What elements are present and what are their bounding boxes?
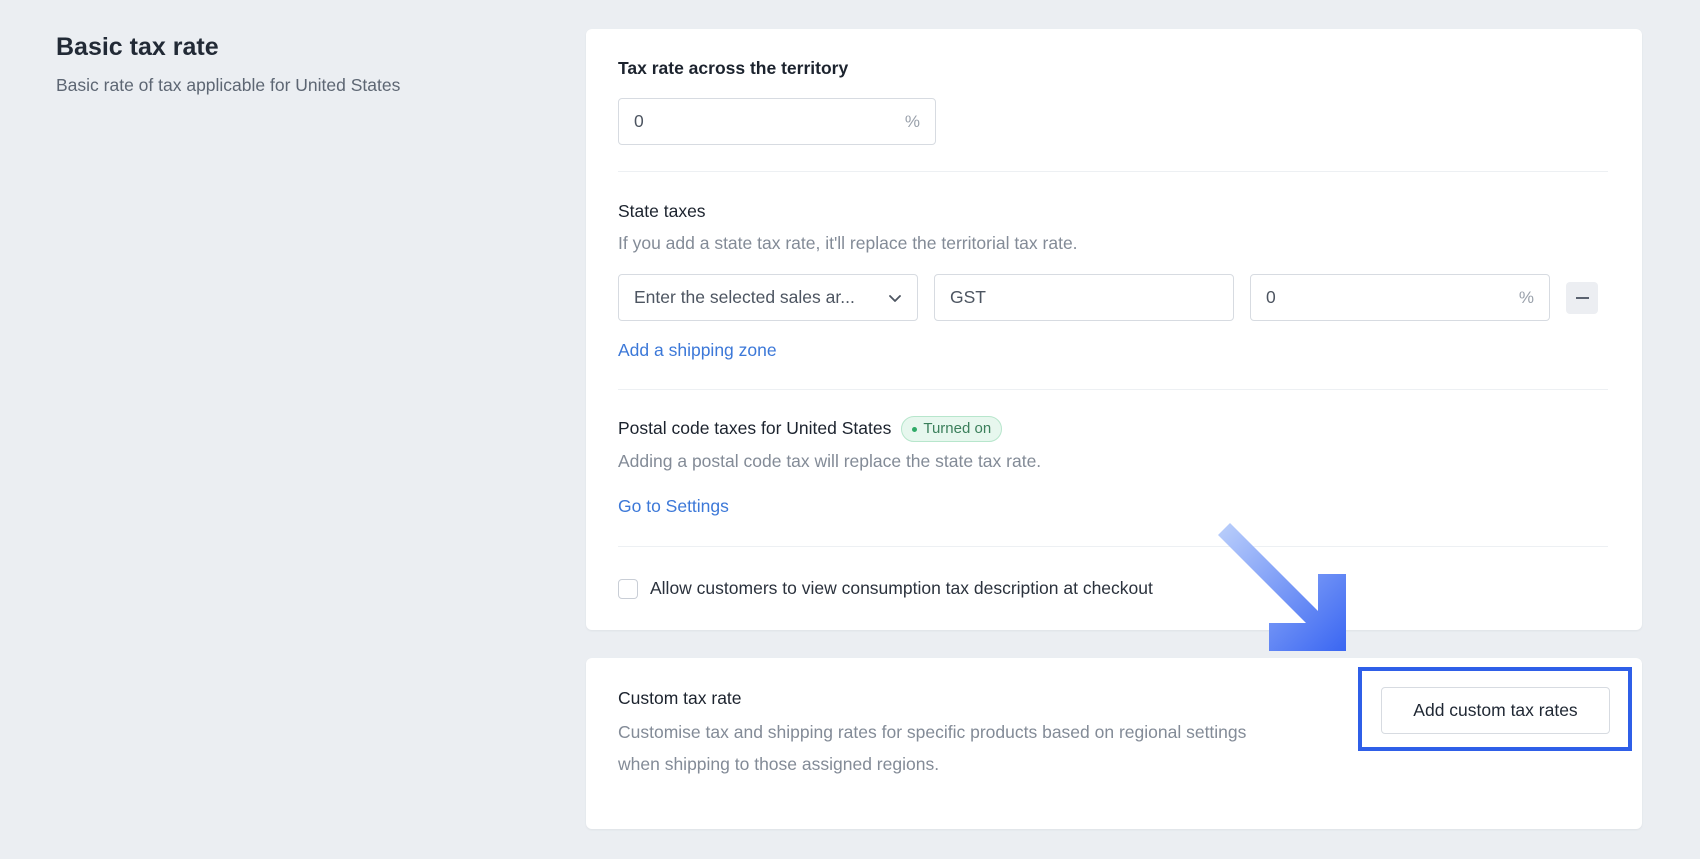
tax-name-value: GST [950, 287, 986, 307]
arrow-down-right-icon [1218, 523, 1346, 651]
custom-tax-text: Custom tax rate Customise tax and shippi… [618, 686, 1338, 780]
state-taxes-title: State taxes [618, 201, 706, 221]
divider [618, 389, 1608, 390]
state-taxes-description: If you add a state tax rate, it'll repla… [618, 233, 1078, 253]
state-tax-rate-value: 0 [1266, 287, 1276, 307]
add-custom-tax-rates-button[interactable]: Add custom tax rates [1381, 687, 1610, 734]
sales-area-value: Enter the selected sales ar... [634, 287, 855, 307]
percent-suffix: % [1518, 287, 1534, 307]
checkout-description-checkbox[interactable] [618, 578, 638, 599]
divider [618, 546, 1608, 547]
custom-tax-description: Customise tax and shipping rates for spe… [618, 716, 1338, 780]
tax-settings-page: Basic tax rate Basic rate of tax applica… [0, 0, 1700, 859]
checkout-description-option[interactable]: Allow customers to view consumption tax … [618, 578, 1153, 599]
remove-row-button[interactable] [1566, 282, 1598, 314]
postal-code-title: Postal code taxes for United States [618, 418, 892, 438]
chevron-down-icon [888, 290, 902, 306]
custom-tax-title: Custom tax rate [618, 688, 742, 708]
postal-code-description: Adding a postal code tax will replace th… [618, 451, 1042, 471]
tax-name-input[interactable]: GST [934, 274, 1234, 321]
add-shipping-zone-link[interactable]: Add a shipping zone [618, 338, 777, 362]
sales-area-select[interactable]: Enter the selected sales ar... [618, 274, 918, 321]
section-description: Basic rate of tax applicable for United … [56, 75, 401, 95]
postal-code-header: Postal code taxes for United States Turne… [618, 416, 1608, 443]
custom-tax-description-line: Customise tax and shipping rates for spe… [618, 722, 1247, 742]
section-title: Basic tax rate [56, 33, 219, 61]
divider [618, 171, 1608, 172]
checkout-description-label: Allow customers to view consumption tax … [650, 578, 1153, 598]
go-to-settings-link[interactable]: Go to Settings [618, 494, 729, 518]
basic-tax-card: Tax rate across the territory 0 % State … [586, 29, 1642, 630]
territory-tax-label: Tax rate across the territory [618, 58, 849, 78]
dot-icon [912, 426, 918, 432]
minus-icon [1575, 297, 1589, 299]
percent-suffix: % [904, 111, 920, 131]
status-badge: Turned on [901, 416, 1003, 443]
custom-tax-description-line: when shipping to those assigned regions. [618, 754, 940, 774]
status-badge-label: Turned on [923, 420, 992, 438]
basic-tax-section-header: Basic tax rate Basic rate of tax applica… [56, 30, 536, 97]
state-tax-rate-input[interactable]: 0 % [1250, 274, 1550, 321]
territory-tax-value: 0 [634, 111, 644, 131]
territory-tax-input[interactable]: 0 % [618, 98, 936, 145]
